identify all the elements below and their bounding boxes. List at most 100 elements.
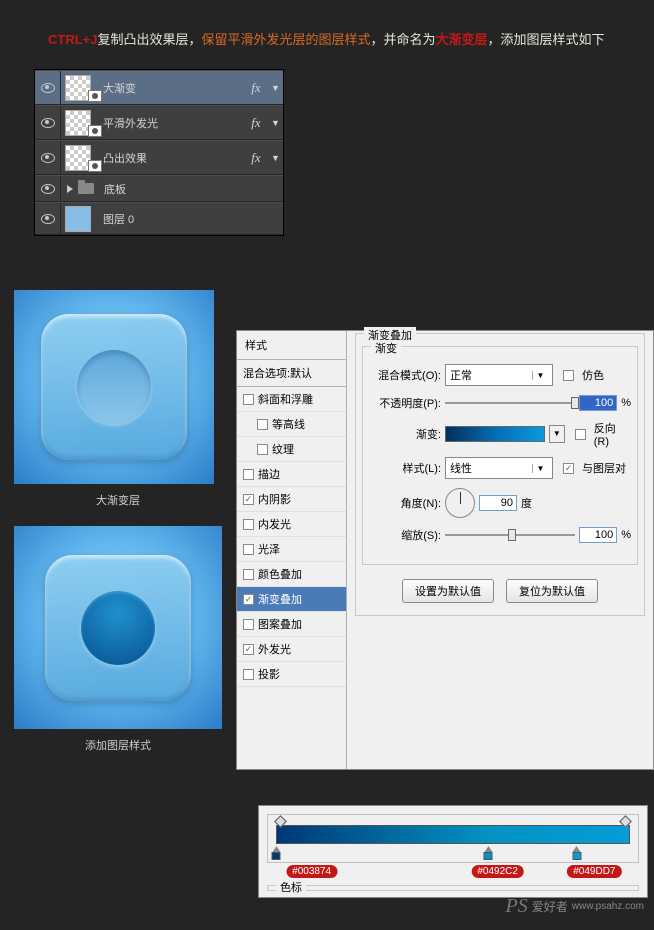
scale-slider[interactable] <box>445 534 575 536</box>
opacity-label: 不透明度(P): <box>369 395 441 411</box>
angle-dial[interactable] <box>445 488 475 518</box>
blend-options-header[interactable]: 混合选项:默认 <box>237 360 346 387</box>
layer-thumbnail[interactable] <box>65 206 91 232</box>
fx-indicator[interactable]: fx <box>241 115 271 131</box>
layer-label[interactable]: 图层 0 <box>99 211 283 227</box>
color-stop[interactable] <box>572 846 581 860</box>
reverse-label: 反向(R) <box>594 420 631 448</box>
style-select[interactable]: 线性▼ <box>445 457 553 479</box>
checkbox[interactable] <box>243 469 254 480</box>
gradient-preview[interactable] <box>445 426 545 442</box>
angle-input[interactable]: 90 <box>479 495 517 511</box>
checkbox[interactable] <box>243 519 254 530</box>
dither-label: 仿色 <box>582 367 604 383</box>
highlight-text: 保留平滑外发光层的图层样式 <box>202 32 371 47</box>
expand-arrow-icon[interactable]: ▼ <box>271 118 283 128</box>
style-outer-glow[interactable]: ✓外发光 <box>237 637 346 662</box>
gradient-label: 渐变: <box>369 426 441 442</box>
eye-icon <box>41 184 55 194</box>
gradient-bar[interactable] <box>276 825 630 844</box>
layer-row-selected[interactable]: 大渐变 fx ▼ <box>35 70 283 105</box>
style-bevel[interactable]: 斜面和浮雕 <box>237 387 346 412</box>
checkbox-checked[interactable]: ✓ <box>243 494 254 505</box>
layer-row[interactable]: 凸出效果 fx ▼ <box>35 140 283 175</box>
style-color-overlay[interactable]: 颜色叠加 <box>237 562 346 587</box>
checkbox-checked[interactable]: ✓ <box>243 644 254 655</box>
layer-row-background[interactable]: 图层 0 <box>35 202 283 235</box>
opacity-input[interactable]: 100 <box>579 395 617 411</box>
visibility-toggle[interactable] <box>35 176 61 201</box>
angle-unit-label: 度 <box>521 495 532 511</box>
gradient-dropdown[interactable]: ▼ <box>549 425 565 443</box>
color-stop[interactable] <box>484 846 493 860</box>
layers-panel: 大渐变 fx ▼ 平滑外发光 fx ▼ 凸出效果 fx ▼ 底板 图层 0 <box>34 69 284 236</box>
icon-square <box>45 555 191 701</box>
fx-indicator[interactable]: fx <box>241 150 271 166</box>
make-default-button[interactable]: 设置为默认值 <box>402 579 494 603</box>
checkbox-checked[interactable]: ✓ <box>243 594 254 605</box>
layer-label[interactable]: 平滑外发光 <box>99 115 241 131</box>
opacity-stop[interactable] <box>619 815 632 828</box>
checkbox[interactable] <box>243 394 254 405</box>
reverse-checkbox[interactable] <box>575 429 586 440</box>
triangle-icon[interactable] <box>67 185 73 193</box>
layer-name-highlight: 大渐变层 <box>436 32 488 47</box>
visibility-toggle[interactable] <box>35 141 61 174</box>
slider-thumb[interactable] <box>571 397 579 409</box>
percent-label: % <box>621 397 631 409</box>
layer-row[interactable]: 平滑外发光 fx ▼ <box>35 105 283 140</box>
checkbox[interactable] <box>243 544 254 555</box>
checkbox[interactable] <box>257 444 268 455</box>
style-inner-glow[interactable]: 内发光 <box>237 512 346 537</box>
style-list-sidebar: 样式 混合选项:默认 斜面和浮雕 等高线 纹理 描边 ✓内阴影 内发光 光泽 颜… <box>237 331 347 769</box>
color-stop[interactable] <box>272 846 281 860</box>
layer-label[interactable]: 凸出效果 <box>99 150 241 166</box>
style-contour[interactable]: 等高线 <box>237 412 346 437</box>
checkbox[interactable] <box>243 619 254 630</box>
watermark: PS 爱好者 www.psahz.com <box>506 895 644 918</box>
style-drop-shadow[interactable]: 投影 <box>237 662 346 687</box>
expand-arrow-icon[interactable]: ▼ <box>271 83 283 93</box>
hex-value-tag: #049DD7 <box>567 865 621 878</box>
blend-mode-label: 混合模式(O): <box>369 367 441 383</box>
icon-square <box>41 314 187 460</box>
opacity-slider[interactable] <box>445 402 575 404</box>
scale-input[interactable]: 100 <box>579 527 617 543</box>
style-inner-shadow[interactable]: ✓内阴影 <box>237 487 346 512</box>
layer-label[interactable]: 大渐变 <box>99 80 241 96</box>
eye-icon <box>41 153 55 163</box>
layer-group-row[interactable]: 底板 <box>35 175 283 202</box>
visibility-toggle[interactable] <box>35 71 61 104</box>
style-pattern-overlay[interactable]: 图案叠加 <box>237 612 346 637</box>
mask-icon <box>88 125 102 137</box>
preview-before <box>14 290 214 484</box>
reset-default-button[interactable]: 复位为默认值 <box>506 579 598 603</box>
expand-arrow-icon[interactable]: ▼ <box>271 153 283 163</box>
gradient-editor: #003874 #0492C2 #049DD7 色标 <box>258 805 648 898</box>
style-texture[interactable]: 纹理 <box>237 437 346 462</box>
sub-section-title: 渐变 <box>371 340 401 356</box>
group-label[interactable]: 底板 <box>100 181 283 197</box>
slider-thumb[interactable] <box>508 529 516 541</box>
visibility-toggle[interactable] <box>35 106 61 139</box>
align-checkbox-checked[interactable]: ✓ <box>563 463 574 474</box>
visibility-toggle[interactable] <box>35 203 61 234</box>
style-stroke[interactable]: 描边 <box>237 462 346 487</box>
checkbox[interactable] <box>257 419 268 430</box>
mask-icon <box>88 90 102 102</box>
checkbox[interactable] <box>243 669 254 680</box>
fx-indicator[interactable]: fx <box>241 80 271 96</box>
style-satin[interactable]: 光泽 <box>237 537 346 562</box>
watermark-url: www.psahz.com <box>572 901 644 912</box>
opacity-stop[interactable] <box>274 815 287 828</box>
icon-circle <box>77 350 151 424</box>
checkbox[interactable] <box>243 569 254 580</box>
blend-mode-select[interactable]: 正常▼ <box>445 364 553 386</box>
dither-checkbox[interactable] <box>563 370 574 381</box>
eye-icon <box>41 83 55 93</box>
hex-value-tag: #003874 <box>286 865 337 878</box>
styles-header[interactable]: 样式 <box>237 331 346 360</box>
style-settings-panel: 渐变叠加 渐变 混合模式(O): 正常▼ 仿色 不透明度(P): 100 % 渐… <box>347 331 653 769</box>
style-gradient-overlay[interactable]: ✓渐变叠加 <box>237 587 346 612</box>
preview-label-2: 添加图层样式 <box>14 737 222 753</box>
